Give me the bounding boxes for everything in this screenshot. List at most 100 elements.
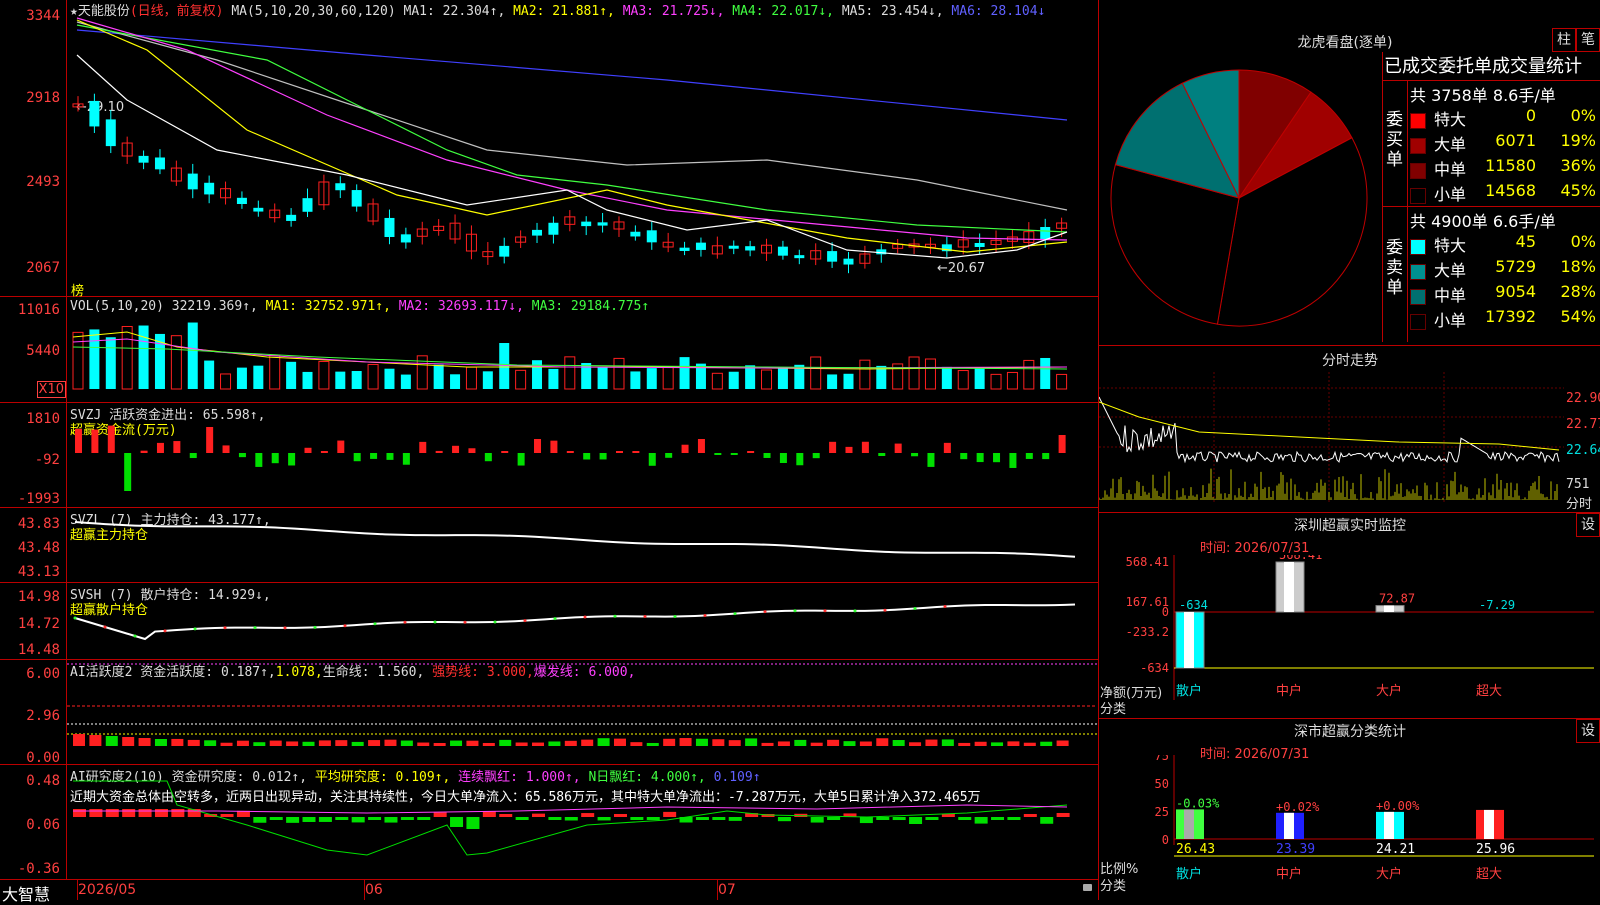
- vol-bar-down: [597, 367, 608, 389]
- fenshi-chart[interactable]: [1099, 372, 1569, 510]
- app-logo[interactable]: 大智慧: [2, 881, 50, 905]
- vol-axis: 11016 5440 X10: [0, 297, 67, 402]
- svzj-bar: [320, 451, 328, 453]
- fenshi-title: 分时走势: [1322, 353, 1378, 369]
- ai-research-bar: [613, 814, 627, 817]
- sz-class-change: +0.00%: [1376, 799, 1420, 813]
- vol-bar-up: [957, 370, 969, 390]
- sz-monitor-chart[interactable]: 568.41167.610-233.2-634-634散户568.41中户72.…: [1099, 555, 1599, 715]
- lhb-tick-button[interactable]: 笔: [1576, 28, 1600, 52]
- ai-research-bar: [499, 814, 513, 817]
- sz-monitor-settings-button[interactable]: 设: [1576, 513, 1600, 537]
- vol-bar-down: [204, 360, 215, 389]
- svsh-axis: 14.98 14.72 14.48: [0, 583, 67, 659]
- svzj-bar: [156, 442, 164, 453]
- ai-active-bar: [564, 740, 577, 746]
- ai-research-bar: [384, 817, 398, 823]
- svzj-bar: [255, 453, 263, 467]
- ai-research-bar: [597, 817, 611, 821]
- ai-active-bar: [466, 740, 479, 746]
- svzl-line: [74, 521, 1076, 558]
- svzj-bar: [615, 451, 623, 453]
- lock-icon[interactable]: [1083, 884, 1092, 891]
- ai-active-bar: [712, 739, 725, 746]
- svzj-bar: [812, 453, 820, 459]
- svsh-dot: [853, 609, 857, 613]
- ai-active-bar: [171, 738, 184, 746]
- sz-class-settings-button[interactable]: 设: [1576, 719, 1600, 743]
- ai-active-bar: [843, 741, 856, 746]
- vol-bar-down: [646, 368, 657, 389]
- vol-bar-down: [286, 361, 297, 389]
- ai-active-bar: [450, 740, 463, 746]
- sz-class-ytick: 75: [1155, 755, 1169, 763]
- sz-class-ytick: 0: [1162, 833, 1169, 847]
- ai-active-bar: [400, 740, 413, 746]
- svsh-dot: [553, 617, 557, 621]
- svzj-bar: [927, 453, 935, 467]
- lhb-pie-chart[interactable]: [1106, 62, 1376, 338]
- svzj-bar: [1025, 453, 1033, 459]
- ai-active-axis: 6.00 2.96 0.00: [0, 660, 67, 766]
- lhb-bar-button[interactable]: 柱: [1552, 28, 1576, 52]
- ai-research-avg-line: [73, 804, 1068, 814]
- sz-class-category: 中户: [1276, 866, 1302, 882]
- sz-monitor-ytick: -233.2: [1126, 625, 1169, 639]
- sz-class-bar-highlight: [1284, 812, 1294, 839]
- svzj-bar: [206, 427, 214, 453]
- ai-research-bar: [564, 817, 578, 821]
- ai-research-bar: [253, 817, 267, 823]
- vol-chart-area[interactable]: [67, 297, 1097, 402]
- sell-row: 特大 45 0%: [1410, 232, 1598, 256]
- ai-active-chart-area[interactable]: [67, 660, 1097, 764]
- ai-active-bar: [941, 739, 954, 746]
- svzj-chart-area[interactable]: [67, 403, 1097, 507]
- main-chart-area[interactable]: [67, 0, 1097, 296]
- svzj-bar: [763, 453, 771, 458]
- svsh-dot: [313, 625, 317, 629]
- candle-down: [777, 246, 788, 256]
- svsh-dot: [433, 620, 437, 624]
- svzj-bar: [697, 439, 705, 453]
- candle-down: [286, 214, 297, 221]
- legend-volume: 14568: [1485, 181, 1536, 200]
- legend-name: 小单: [1434, 311, 1467, 330]
- candle-down: [695, 242, 706, 250]
- ai-research-bar: [73, 809, 86, 817]
- ai-active-bar: [777, 741, 790, 746]
- svsh-chart-area[interactable]: [67, 583, 1097, 659]
- legend-percent: 19%: [1560, 131, 1596, 150]
- sz-class-xlabel: 分类: [1100, 879, 1127, 894]
- svzj-bar: [402, 453, 410, 465]
- svzj-ytick: -92: [34, 452, 60, 468]
- ai-active-bar: [958, 742, 971, 746]
- ai-active-bar: [761, 742, 774, 746]
- legend-volume: 5729: [1495, 257, 1536, 276]
- svzj-bar: [140, 450, 148, 453]
- vol-bar-up: [613, 357, 625, 390]
- sz-class-ytick: 25: [1155, 805, 1169, 819]
- sz-monitor-ytick: 568.41: [1126, 555, 1169, 569]
- ai-active-bar: [1056, 740, 1069, 746]
- candle-down: [630, 231, 641, 237]
- sz-class-chart[interactable]: 75 50 25 0 -0.03% 26.43 散户 +0.02% 23.39 中户 +0.00% 2…: [1099, 755, 1599, 900]
- vol-bar-down: [679, 357, 690, 389]
- ai-research-bar: [318, 817, 332, 822]
- svzj-bar: [796, 453, 804, 466]
- legend-volume: 17392: [1485, 307, 1536, 326]
- ai-active-bar: [679, 738, 692, 746]
- svzj-bar: [878, 453, 886, 457]
- ai-active-bar: [302, 741, 315, 746]
- svzl-ytick: 43.83: [17, 516, 60, 532]
- vol-bar-down: [384, 368, 395, 389]
- svzl-chart-area[interactable]: [67, 508, 1097, 582]
- vol-bar-down: [450, 374, 461, 389]
- svzj-bar: [1058, 435, 1066, 453]
- lhb-title: 龙虎看盘(逐单): [1297, 35, 1393, 51]
- ai-research-chart-area[interactable]: [67, 765, 1097, 879]
- ai-research-bar: [548, 817, 562, 820]
- candle-down: [728, 245, 739, 249]
- svzj-bar: [730, 453, 738, 455]
- vol-bar-down: [843, 373, 854, 389]
- candle-down: [335, 183, 346, 191]
